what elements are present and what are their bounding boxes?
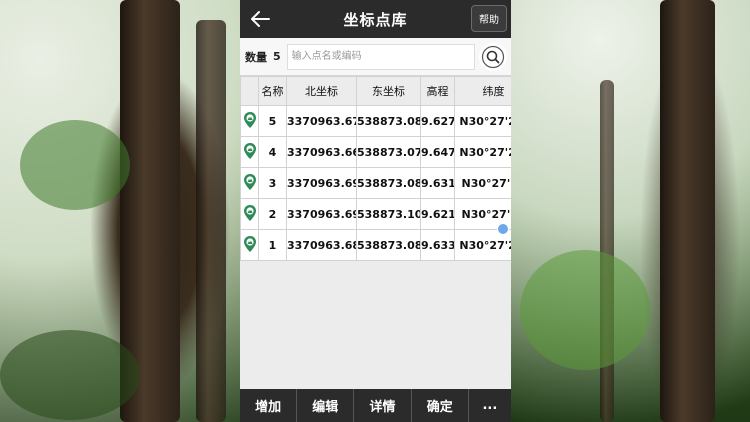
column-header-north[interactable]: 北坐标 (286, 76, 357, 106)
point-name: 5 (258, 105, 287, 137)
survey-point-icon (243, 173, 256, 190)
point-elevation: 9.621 (420, 198, 455, 230)
search-button[interactable] (479, 42, 507, 71)
point-latitude: N30°27'29. (454, 105, 511, 137)
table-row[interactable]: 5 3370963.679 538873.082 9.627 N30°27'29… (240, 105, 511, 137)
title-bar: 坐标点库 帮助 (240, 0, 511, 38)
table-row[interactable]: 2 3370963.691 538873.106 9.621 N30°27'29 (240, 198, 511, 230)
background-tree-trunk (600, 80, 614, 422)
point-north: 3370963.69 (286, 167, 357, 199)
point-east: 538873.086 (356, 167, 421, 199)
scroll-indicator[interactable] (497, 223, 509, 235)
point-elevation: 9.633 (420, 229, 455, 261)
detail-button[interactable]: 详情 (354, 389, 412, 422)
point-north: 3370963.68 (286, 229, 357, 261)
point-name: 4 (258, 136, 287, 168)
point-name: 3 (258, 167, 287, 199)
point-north: 3370963.679 (286, 105, 357, 137)
point-name: 1 (258, 229, 287, 261)
point-latitude: N30°27'29 (454, 167, 511, 199)
survey-point-icon (243, 235, 256, 252)
edit-button[interactable]: 编辑 (297, 389, 355, 422)
back-button[interactable] (246, 5, 274, 33)
point-icon-cell (240, 229, 259, 261)
more-button[interactable]: ... (469, 389, 511, 422)
table-row[interactable]: 1 3370963.68 538873.086 9.633 N30°27'29. (240, 229, 511, 261)
arrow-left-icon (251, 11, 270, 27)
column-header-icon[interactable] (240, 76, 259, 106)
add-button[interactable]: 增加 (240, 389, 298, 422)
survey-point-icon (243, 111, 256, 128)
background-foliage (20, 120, 130, 210)
survey-point-icon (243, 204, 256, 221)
background-tree-trunk (196, 20, 226, 422)
column-header-east[interactable]: 东坐标 (356, 76, 421, 106)
background-foliage (0, 330, 140, 420)
count-value: 5 (273, 50, 281, 63)
point-north: 3370963.665 (286, 136, 357, 168)
point-latitude: N30°27'29. (454, 136, 511, 168)
column-header-elevation[interactable]: 高程 (420, 76, 455, 106)
point-icon-cell (240, 167, 259, 199)
point-elevation: 9.627 (420, 105, 455, 137)
search-input[interactable] (286, 43, 475, 70)
point-icon-cell (240, 136, 259, 168)
confirm-button[interactable]: 确定 (412, 389, 469, 422)
survey-point-icon (243, 142, 256, 159)
bottom-action-bar: 增加 编辑 详情 确定 ... (240, 389, 511, 422)
points-table: 名称 北坐标 东坐标 高程 纬度 5 3370963.679 538873.08… (240, 76, 511, 261)
point-icon-cell (240, 105, 259, 137)
app-screen: 坐标点库 帮助 数量 5 名称 北坐标 东坐标 (240, 0, 511, 422)
column-header-latitude[interactable]: 纬度 (454, 76, 511, 106)
page-title: 坐标点库 (343, 10, 408, 29)
search-bar: 数量 5 (240, 38, 511, 76)
point-east: 538873.086 (356, 229, 421, 261)
background-foliage (520, 250, 650, 370)
points-table-container[interactable]: 名称 北坐标 东坐标 高程 纬度 5 3370963.679 538873.08… (240, 76, 511, 261)
point-elevation: 9.631 (420, 167, 455, 199)
point-north: 3370963.691 (286, 198, 357, 230)
column-header-name[interactable]: 名称 (258, 76, 287, 106)
background-tree-trunk (660, 0, 715, 422)
point-name: 2 (258, 198, 287, 230)
point-east: 538873.082 (356, 105, 421, 137)
table-row[interactable]: 4 3370963.665 538873.074 9.647 N30°27'29… (240, 136, 511, 168)
search-icon (481, 45, 505, 68)
table-header-row: 名称 北坐标 东坐标 高程 纬度 (240, 76, 511, 106)
point-east: 538873.106 (356, 198, 421, 230)
point-east: 538873.074 (356, 136, 421, 168)
point-elevation: 9.647 (420, 136, 455, 168)
count-label: 数量 (245, 50, 267, 64)
table-row[interactable]: 3 3370963.69 538873.086 9.631 N30°27'29 (240, 167, 511, 199)
point-icon-cell (240, 198, 259, 230)
help-button[interactable]: 帮助 (471, 5, 507, 32)
